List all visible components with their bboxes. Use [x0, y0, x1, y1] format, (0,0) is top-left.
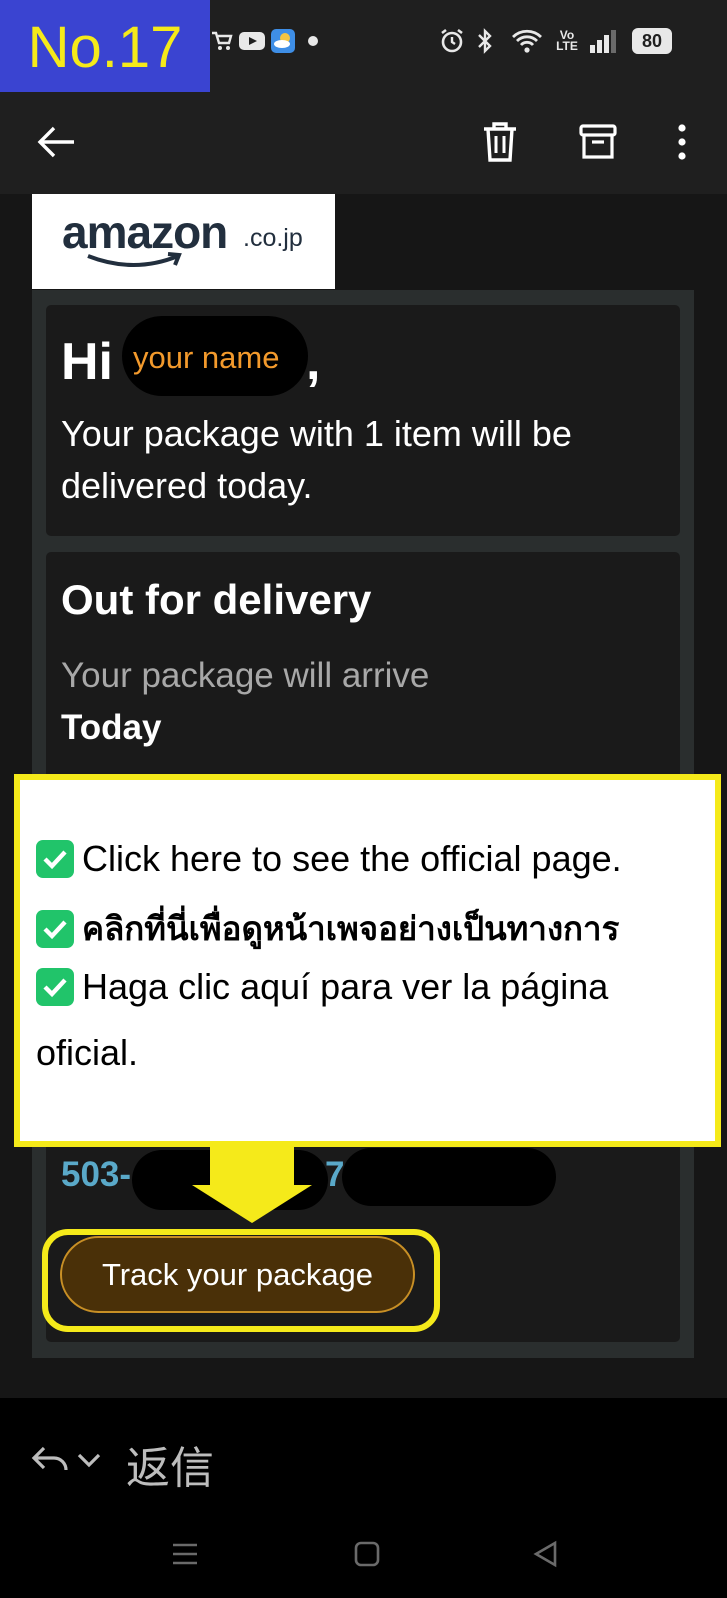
- delivery-status-title: Out for delivery: [61, 576, 372, 623]
- greeting-hi: Hi: [61, 333, 113, 391]
- instruction-overlay: [14, 774, 721, 1147]
- greeting-comma: ,: [306, 333, 321, 391]
- reply-label[interactable]: 返信: [126, 1432, 214, 1496]
- archive-icon: [579, 124, 617, 159]
- signal-icon: [588, 28, 618, 54]
- trash-icon: [484, 122, 516, 162]
- square-icon: [354, 1541, 380, 1567]
- weather-icon: [270, 28, 296, 54]
- wifi-icon: [510, 28, 544, 54]
- home-button[interactable]: [342, 1534, 392, 1574]
- overlay-line-english: Click here to see the official page.: [36, 838, 622, 880]
- more-vertical-icon: [678, 124, 686, 160]
- youtube-icon: [238, 28, 266, 54]
- smile-arrow-icon: [87, 252, 182, 267]
- back-nav-button[interactable]: [520, 1534, 570, 1574]
- check-icon: [36, 909, 74, 948]
- battery-indicator: 80: [632, 28, 672, 54]
- overlay-line-spanish: Haga clic aquí para ver la página: [36, 966, 608, 1008]
- check-icon: [36, 968, 74, 1006]
- bluetooth-icon: [474, 28, 498, 54]
- arrow-left-icon: [37, 126, 74, 158]
- triangle-back-icon: [533, 1540, 557, 1568]
- overlay-line-thai: คลิกที่นี่เพื่อดูหน้าเพจอย่างเป็นทางการ: [36, 902, 619, 955]
- reply-icon: [31, 1446, 68, 1471]
- delete-button[interactable]: [468, 110, 532, 174]
- track-package-button[interactable]: Track your package: [60, 1236, 415, 1313]
- recent-apps-button[interactable]: [160, 1534, 210, 1574]
- reply-options-button[interactable]: [30, 1440, 110, 1480]
- sample-number-badge: No.17: [0, 0, 210, 96]
- arrival-label: Your package will arrive: [61, 656, 430, 695]
- notification-dot-icon: [306, 28, 320, 54]
- arrival-day: Today: [61, 708, 162, 747]
- pointer-arrow-icon: [210, 1147, 294, 1187]
- check-icon: [36, 840, 74, 878]
- package-message: Your package with 1 item will be deliver…: [61, 413, 572, 506]
- pointer-arrow-head: [192, 1185, 312, 1223]
- chevron-down-icon: [77, 1453, 101, 1468]
- back-button[interactable]: [24, 110, 88, 174]
- volte-icon: Vo LTE: [556, 28, 578, 53]
- archive-button[interactable]: [566, 110, 630, 174]
- menu-icon: [173, 1543, 197, 1565]
- alarm-icon: [438, 28, 466, 54]
- more-options-button[interactable]: [650, 110, 714, 174]
- cart-icon: [210, 28, 234, 54]
- tracking-redaction: [342, 1148, 556, 1206]
- tracking-number-prefix: 503-: [61, 1155, 132, 1194]
- overlay-line-spanish-cont: oficial.: [36, 1032, 139, 1073]
- brand-logo-suffix: .co.jp: [243, 224, 303, 252]
- recipient-name: your name: [133, 340, 280, 375]
